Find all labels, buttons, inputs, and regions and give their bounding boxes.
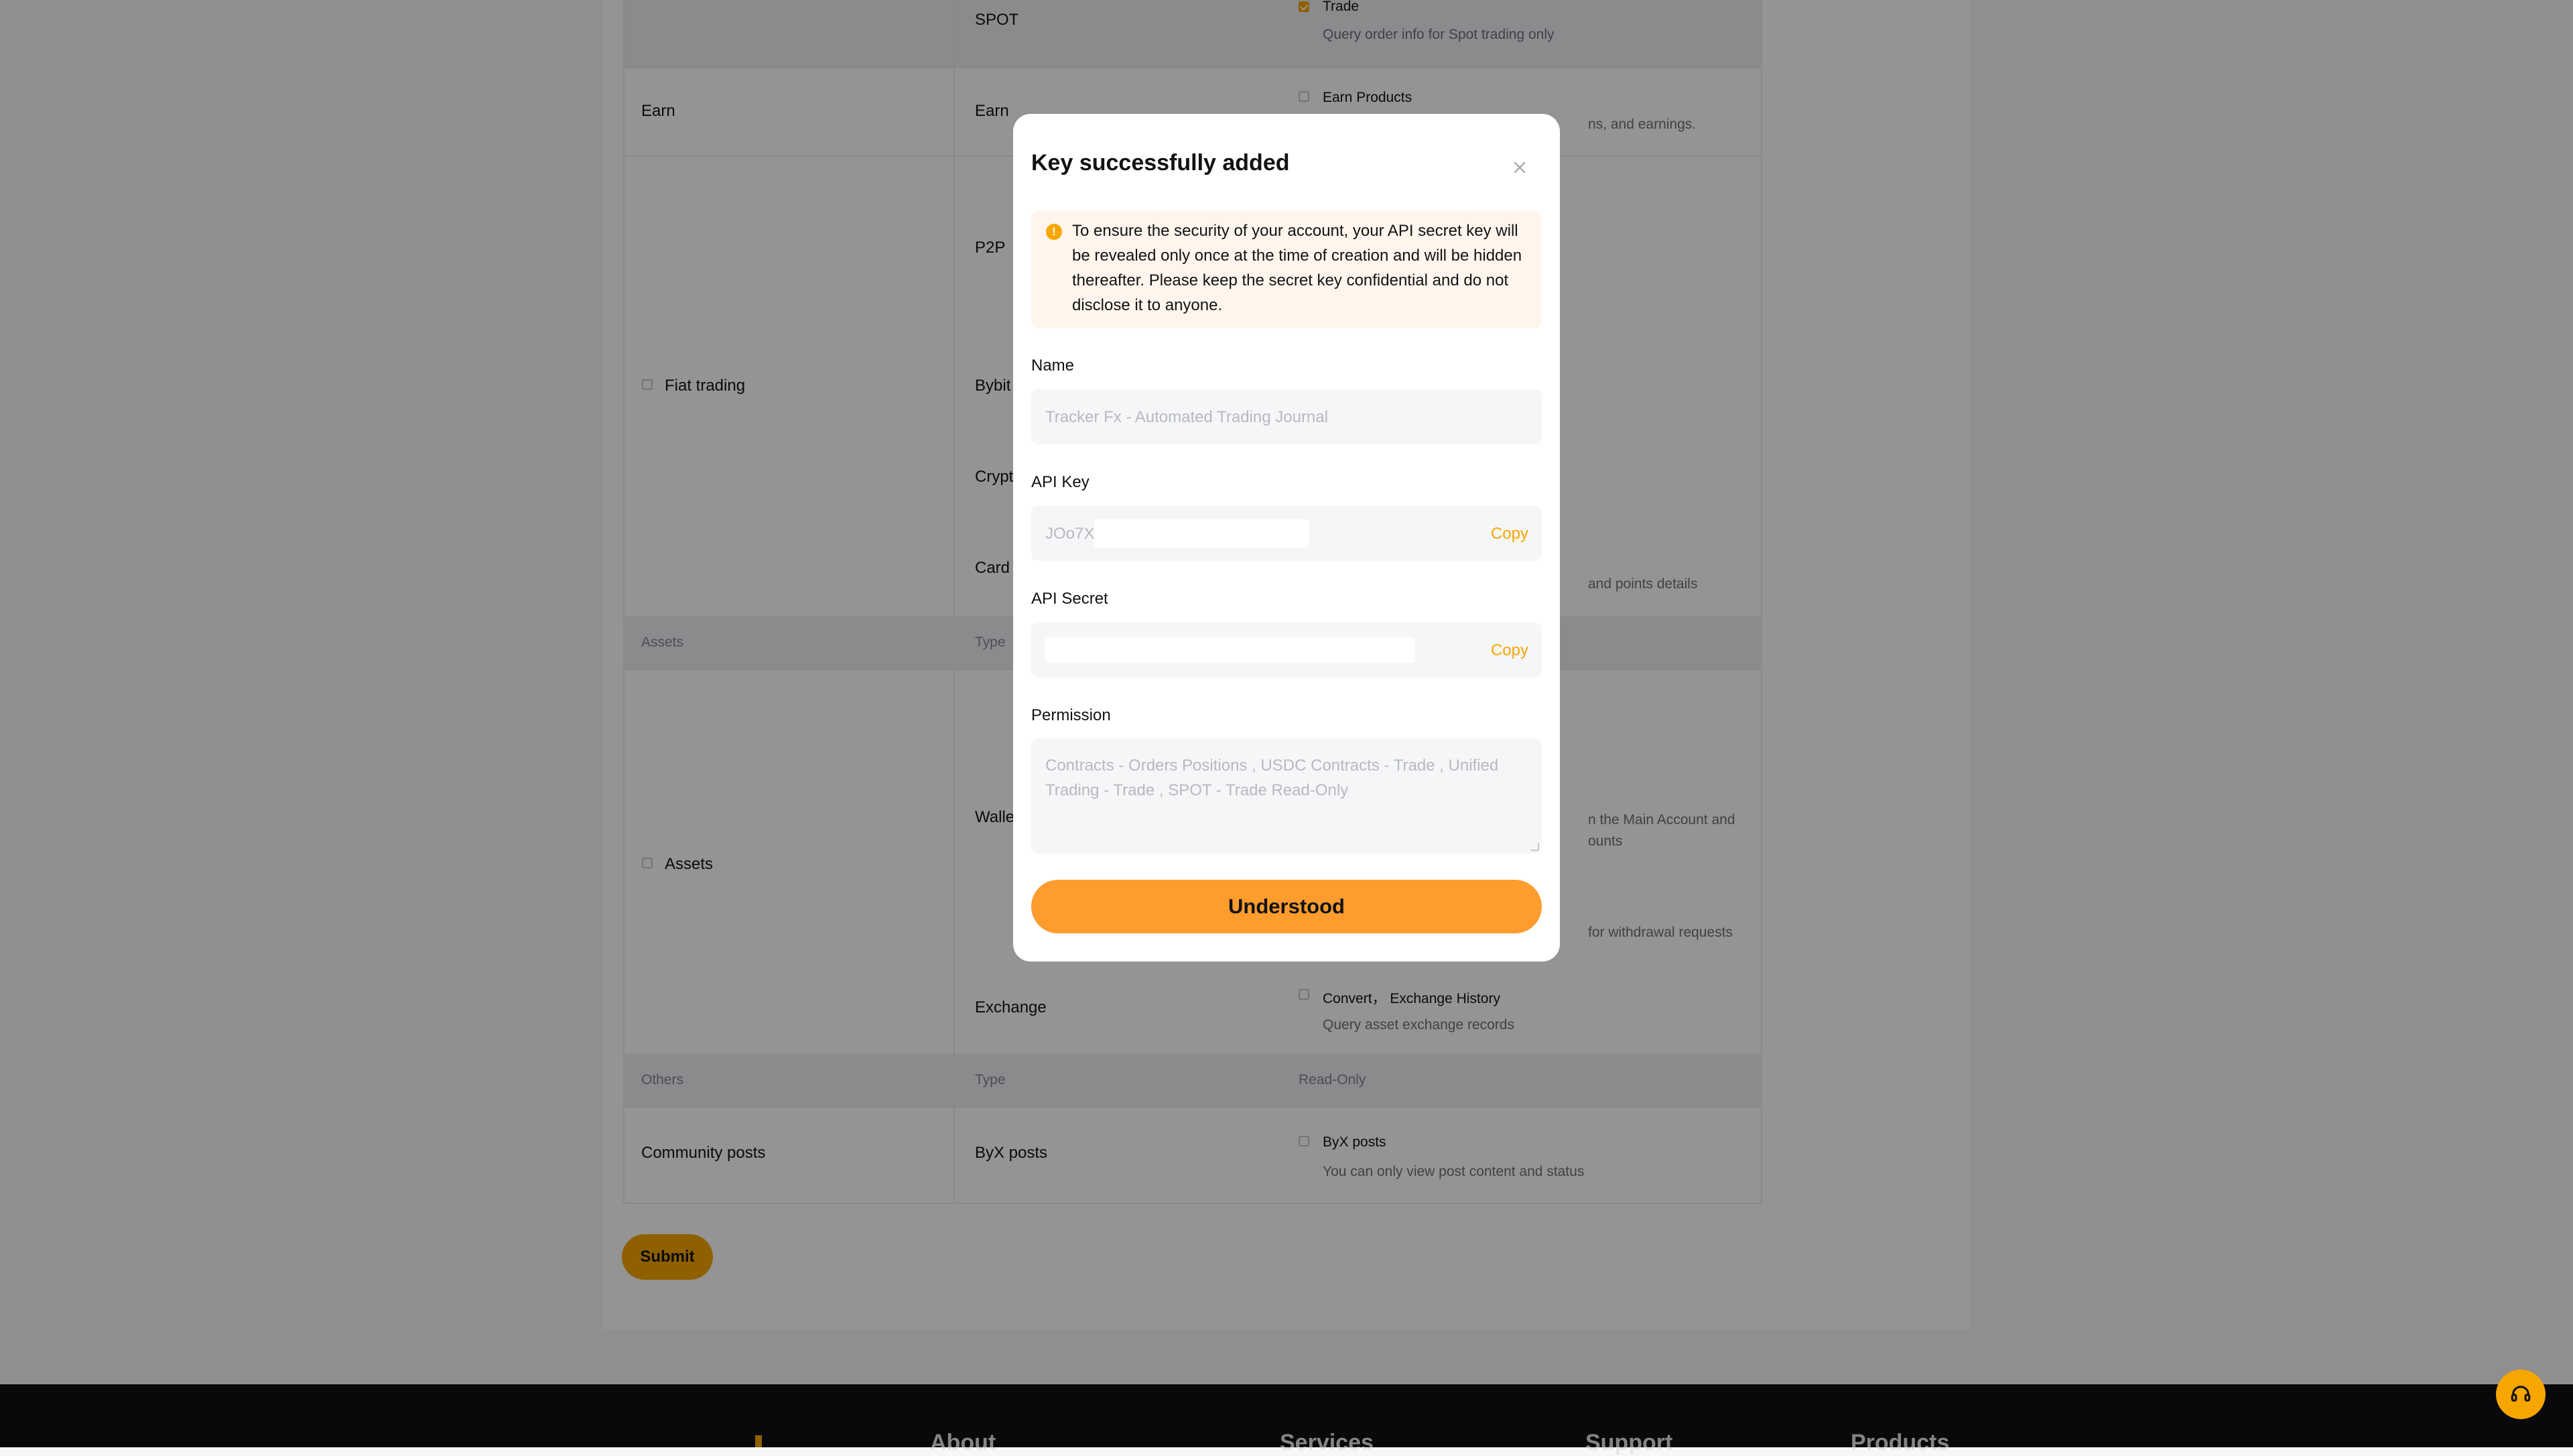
understood-button[interactable]: Understood bbox=[1031, 880, 1542, 933]
api-secret-field: Copy bbox=[1031, 622, 1542, 677]
headset-icon bbox=[2511, 1386, 2531, 1402]
security-notice: ! To ensure the security of your account… bbox=[1031, 210, 1542, 328]
api-key-value: JOo7X bbox=[1045, 525, 1095, 543]
close-icon[interactable] bbox=[1506, 154, 1533, 181]
copy-api-secret-button[interactable]: Copy bbox=[1491, 641, 1528, 660]
redaction-mask bbox=[1045, 637, 1415, 663]
permission-label: Permission bbox=[1031, 706, 1111, 724]
resize-handle[interactable] bbox=[1531, 843, 1539, 851]
name-field: Tracker Fx - Automated Trading Journal bbox=[1031, 389, 1542, 444]
name-label: Name bbox=[1031, 356, 1075, 375]
api-key-field: JOo7X Copy bbox=[1031, 506, 1542, 561]
key-added-modal: Key successfully added ! To ensure the s… bbox=[1013, 114, 1560, 962]
permission-value: Contracts - Orders Positions , USDC Cont… bbox=[1045, 756, 1499, 799]
notice-text: To ensure the security of your account, … bbox=[1072, 222, 1522, 314]
warning-icon: ! bbox=[1046, 224, 1062, 240]
api-key-label: API Key bbox=[1031, 473, 1090, 491]
api-secret-label: API Secret bbox=[1031, 590, 1108, 608]
copy-api-key-button[interactable]: Copy bbox=[1491, 525, 1528, 543]
support-button[interactable] bbox=[2496, 1370, 2546, 1419]
redaction-mask bbox=[1094, 519, 1309, 547]
permission-textarea[interactable]: Contracts - Orders Positions , USDC Cont… bbox=[1031, 738, 1542, 854]
modal-title: Key successfully added bbox=[1031, 150, 1290, 176]
name-value: Tracker Fx - Automated Trading Journal bbox=[1045, 408, 1328, 426]
